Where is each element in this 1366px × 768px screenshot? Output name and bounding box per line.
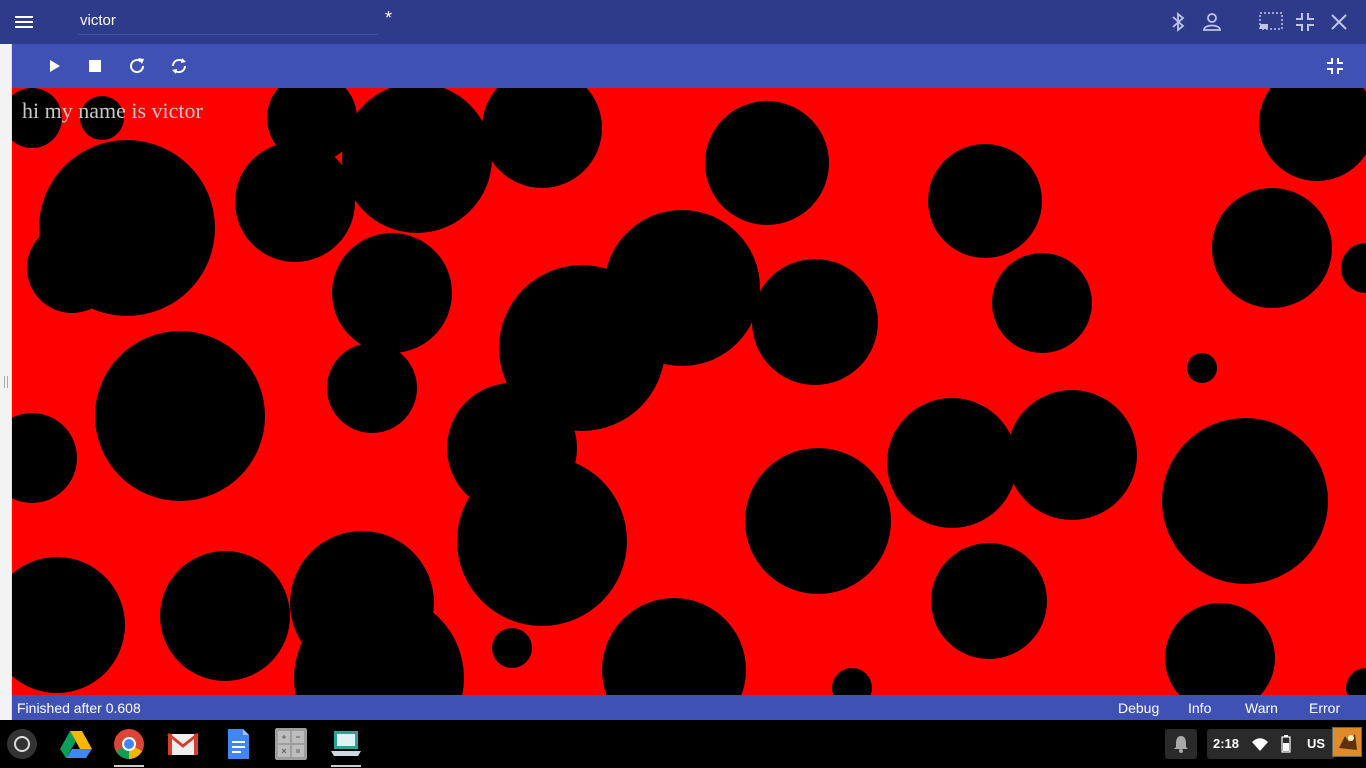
file-name-field[interactable]: victor: [80, 12, 116, 29]
launcher-button[interactable]: [7, 729, 37, 759]
chrome-running-indicator: [114, 765, 144, 767]
bluetooth-icon[interactable]: [1166, 10, 1190, 34]
unsaved-indicator: *: [385, 8, 393, 28]
reload-icon[interactable]: [125, 54, 149, 78]
collapse-icon[interactable]: [1293, 10, 1317, 34]
chrome-icon[interactable]: [112, 727, 146, 761]
google-drive-icon[interactable]: [59, 727, 93, 761]
app-title-bar: victor *: [0, 0, 1366, 44]
calculator-icon[interactable]: [274, 727, 308, 761]
google-docs-icon[interactable]: [221, 727, 255, 761]
log-level-info[interactable]: Info: [1188, 700, 1211, 716]
file-name-underline: [78, 34, 378, 35]
stop-icon[interactable]: [83, 54, 107, 78]
play-icon[interactable]: [42, 54, 66, 78]
app-running-indicator: [331, 765, 361, 767]
account-icon[interactable]: [1200, 10, 1224, 34]
exit-fullscreen-icon[interactable]: [1323, 54, 1347, 78]
sync-icon[interactable]: [167, 54, 191, 78]
log-level-error[interactable]: Error: [1309, 700, 1340, 716]
menu-icon[interactable]: [12, 12, 36, 32]
avatar-image-icon: [1333, 728, 1361, 756]
run-status-text: Finished after 0.608: [17, 700, 141, 716]
system-tray[interactable]: 2:18 US: [1207, 729, 1335, 759]
chromebook-app-icon[interactable]: [329, 727, 363, 761]
resize-handle[interactable]: [4, 376, 8, 388]
run-toolbar: [12, 44, 1366, 88]
circle-pattern: [12, 88, 1366, 695]
clock: 2:18: [1213, 736, 1240, 751]
program-output-canvas[interactable]: hi my name is victor: [12, 88, 1366, 695]
keyboard-layout: US: [1307, 736, 1326, 751]
output-text: hi my name is victor: [22, 98, 203, 123]
wifi-icon: [1252, 738, 1268, 751]
bell-icon: [1174, 736, 1188, 753]
left-panel-gutter: [0, 44, 12, 720]
user-avatar[interactable]: [1332, 727, 1362, 757]
close-icon[interactable]: [1327, 10, 1351, 34]
log-level-debug[interactable]: Debug: [1118, 700, 1159, 716]
status-bar: Finished after 0.608 Debug Info Warn Err…: [12, 695, 1366, 720]
notifications-button[interactable]: [1165, 729, 1197, 759]
window-frame-icon[interactable]: [1259, 10, 1283, 34]
gmail-icon[interactable]: [166, 727, 200, 761]
os-shelf: 2:18 US: [0, 720, 1366, 768]
battery-icon: [1281, 735, 1291, 753]
log-level-warn[interactable]: Warn: [1245, 700, 1278, 716]
